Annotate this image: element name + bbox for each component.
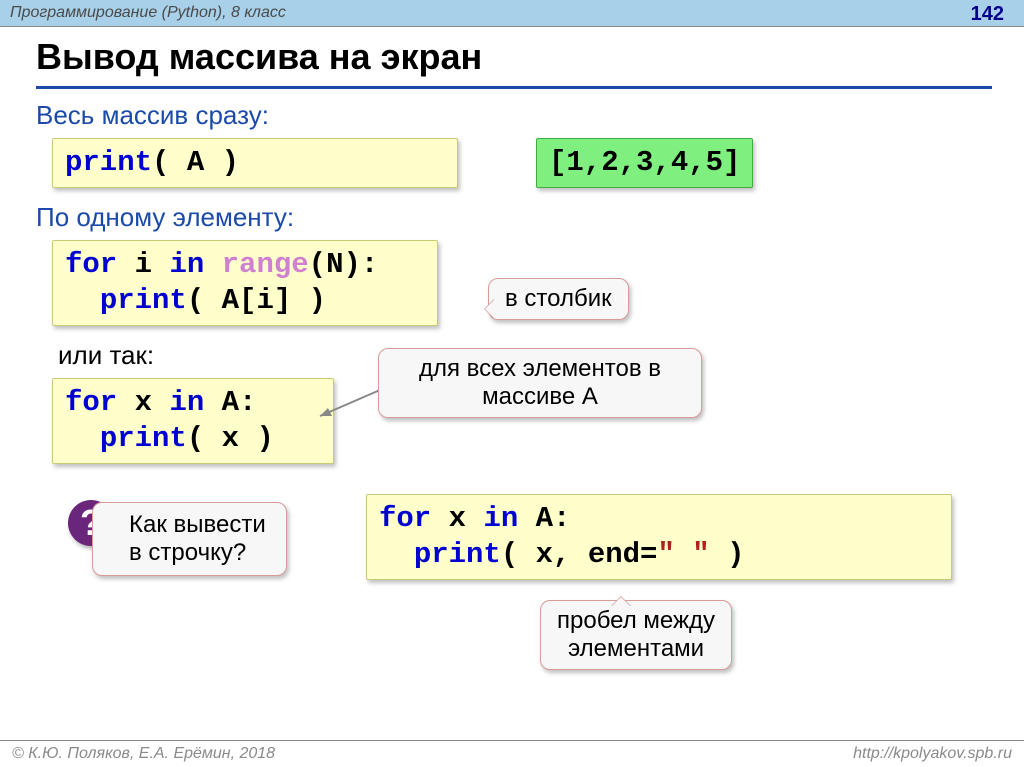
callout-space: пробел между элементами — [540, 600, 732, 670]
authors: К.Ю. Поляков, Е.А. Ерёмин, 2018 — [28, 745, 275, 762]
site-url: http://kpolyakov.spb.ru — [853, 741, 1012, 767]
page-number: 142 — [971, 2, 1004, 27]
callout-for-all: для всех элементов в массиве A — [378, 348, 702, 418]
code-print-end: for x in A: print( x, end=" " ) — [366, 494, 952, 580]
code-print-a: print( A ) — [52, 138, 458, 188]
course-label: Программирование (Python), 8 класс — [10, 4, 286, 21]
slide: Программирование (Python), 8 класс 142 В… — [0, 0, 1024, 767]
code-for-x-in-a: for x in A: print( x ) — [52, 378, 334, 464]
top-bar: Программирование (Python), 8 класс 142 — [0, 0, 1024, 27]
bottom-bar: © К.Ю. Поляков, Е.А. Ерёмин, 2018 http:/… — [0, 740, 1024, 767]
callout-question: Как вывести в строчку? — [92, 502, 287, 576]
page-title: Вывод массива на экран — [36, 36, 482, 78]
output-box: [1,2,3,4,5] — [536, 138, 753, 188]
section-heading-one-by-one: По одному элементу: — [36, 202, 294, 233]
alt-label: или так: — [58, 340, 154, 371]
callout-column: в столбик — [488, 278, 629, 320]
section-heading-whole-array: Весь массив сразу: — [36, 100, 269, 131]
code-for-range: for i in range(N): print( A[i] ) — [52, 240, 438, 326]
title-underline — [36, 86, 992, 89]
kw-print: print — [65, 146, 152, 179]
